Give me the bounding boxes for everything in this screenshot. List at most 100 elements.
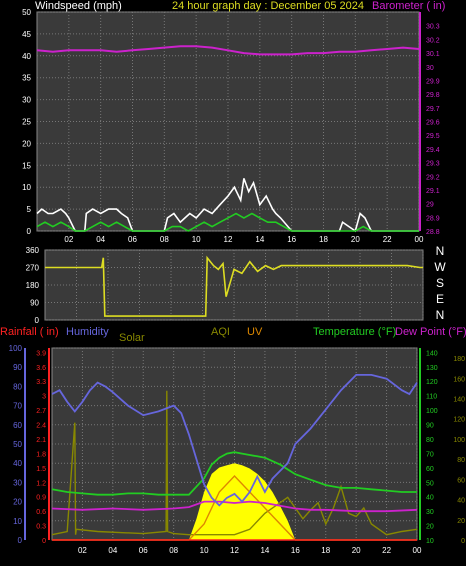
barometer-y-tick: 29.1 <box>426 188 440 195</box>
compass-label-e: E <box>436 292 444 306</box>
rainfall-tick: 0.9 <box>36 495 46 502</box>
humidity-tick: 100 <box>9 344 23 353</box>
wind-y-tick: 25 <box>22 118 31 127</box>
rainfall-tick: 2.4 <box>36 423 46 430</box>
direction-y-tick: 360 <box>26 246 40 255</box>
chart-title: 24 hour graph day : December 05 2024 <box>172 0 365 12</box>
solar-tick: 40 <box>457 498 465 505</box>
barometer-y-tick: 29.2 <box>426 174 440 181</box>
legend-humidity: Humidity <box>66 326 109 338</box>
wind-x-ticks: 02 04 06 08 10 12 14 16 18 20 22 00 <box>64 235 424 244</box>
direction-y-ticks: 0 90 180 270 360 <box>26 246 40 325</box>
humidity-tick: 20 <box>13 498 22 507</box>
barometer-y-tick: 29.5 <box>426 133 440 140</box>
rainfall-tick: 1.5 <box>36 466 46 473</box>
wind-y-tick: 5 <box>27 205 32 214</box>
humidity-tick: 60 <box>13 421 22 430</box>
temperature-tick: 100 <box>426 408 438 415</box>
atmosphere-x-ticks: 02 04 06 08 10 12 14 16 18 20 22 00 <box>78 546 422 555</box>
wind-x-tick: 04 <box>96 235 105 244</box>
barometer-y-tick: 29.6 <box>426 120 440 127</box>
atmosphere-x-tick: 14 <box>260 546 269 555</box>
humidity-axis-bar <box>24 348 26 540</box>
rainfall-tick: 3 <box>42 394 46 401</box>
atmosphere-x-tick: 02 <box>78 546 87 555</box>
wind-y-tick: 20 <box>22 139 31 148</box>
temperature-tick: 130 <box>426 365 438 372</box>
barometer-y-tick: 30.3 <box>426 24 440 31</box>
barometer-label: Barometer ( in) <box>372 0 446 12</box>
wind-y-tick: 0 <box>27 227 32 236</box>
compass-label-n: N <box>436 308 445 322</box>
legend-uv: UV <box>247 326 263 338</box>
temperature-tick: 40 <box>426 495 434 502</box>
barometer-y-tick: 30.1 <box>426 51 440 58</box>
solar-tick: 0 <box>461 538 465 545</box>
legend-temperature: Temperature (°F) <box>313 326 397 338</box>
rainfall-tick: 3.9 <box>36 350 46 357</box>
wind-x-tick: 08 <box>160 235 169 244</box>
wind-y-ticks: 0 5 10 15 20 25 30 35 40 45 50 <box>22 8 31 236</box>
barometer-y-ticks: 28.8 28.9 29 29.1 29.2 29.3 29.4 29.5 29.6 29.7 29… <box>426 24 440 236</box>
solar-tick: 60 <box>457 477 465 484</box>
humidity-tick: 50 <box>13 440 22 449</box>
temperature-axis-bar <box>419 348 421 540</box>
temperature-tick: 20 <box>426 524 434 531</box>
direction-y-tick: 0 <box>35 316 40 325</box>
humidity-tick: 80 <box>13 382 22 391</box>
barometer-axis-bar <box>419 12 421 231</box>
rainfall-tick: 2.7 <box>36 408 46 415</box>
barometer-y-tick: 28.8 <box>426 229 440 236</box>
wind-x-tick: 22 <box>383 235 392 244</box>
solar-tick: 120 <box>453 417 465 424</box>
wind-x-tick: 20 <box>351 235 360 244</box>
rainfall-axis-bar <box>48 348 50 540</box>
temperature-tick: 120 <box>426 379 438 386</box>
atmosphere-x-tick: 12 <box>230 546 239 555</box>
compass-label-s: S <box>436 276 444 290</box>
direction-y-tick: 180 <box>26 281 40 290</box>
barometer-y-tick: 28.9 <box>426 215 440 222</box>
legend-aqi: AQI <box>211 326 230 338</box>
atmosphere-x-tick: 08 <box>169 546 178 555</box>
humidity-tick: 30 <box>13 478 22 487</box>
rainfall-tick: 3.3 <box>36 379 46 386</box>
barometer-y-tick: 29.4 <box>426 147 440 154</box>
humidity-tick: 70 <box>13 402 22 411</box>
solar-tick: 180 <box>453 356 465 363</box>
solar-tick: 140 <box>453 397 465 404</box>
rainfall-tick: 0.3 <box>36 524 46 531</box>
wind-y-tick: 10 <box>22 183 31 192</box>
rainfall-tick: 1.2 <box>36 480 46 487</box>
barometer-y-tick: 30 <box>426 65 434 72</box>
wind-x-tick: 06 <box>128 235 137 244</box>
temperature-tick: 30 <box>426 509 434 516</box>
humidity-tick: 10 <box>13 517 22 526</box>
temperature-tick: 60 <box>426 466 434 473</box>
legend-solar: Solar <box>119 332 145 344</box>
windspeed-label: Windspeed (mph) <box>35 0 122 12</box>
temperature-tick: 80 <box>426 437 434 444</box>
rainfall-tick: 2.1 <box>36 437 46 444</box>
humidity-tick: 0 <box>18 536 23 545</box>
atmosphere-x-tick: 10 <box>200 546 209 555</box>
atmosphere-x-tick: 06 <box>139 546 148 555</box>
barometer-y-tick: 29 <box>426 202 434 209</box>
wind-x-tick: 18 <box>319 235 328 244</box>
solar-tick: 20 <box>457 518 465 525</box>
wind-y-tick: 30 <box>22 96 31 105</box>
humidity-tick: 40 <box>13 459 22 468</box>
temperature-tick: 110 <box>426 394 437 401</box>
legend-dewpoint: Dew Point (°F) <box>395 326 466 338</box>
atmosphere-x-tick: 22 <box>382 546 391 555</box>
compass-label-w: W <box>434 260 446 274</box>
barometer-y-tick: 29.3 <box>426 161 440 168</box>
direction-y-tick: 90 <box>30 299 39 308</box>
legend-rainfall: Rainfall ( in) <box>0 326 59 338</box>
atmosphere-x-tick: 00 <box>413 546 422 555</box>
temperature-tick: 10 <box>426 538 434 545</box>
rainfall-tick: 0.6 <box>36 509 46 516</box>
wind-y-tick: 50 <box>22 8 31 17</box>
atmosphere-x-tick: 18 <box>321 546 330 555</box>
wind-y-tick: 35 <box>22 74 31 83</box>
